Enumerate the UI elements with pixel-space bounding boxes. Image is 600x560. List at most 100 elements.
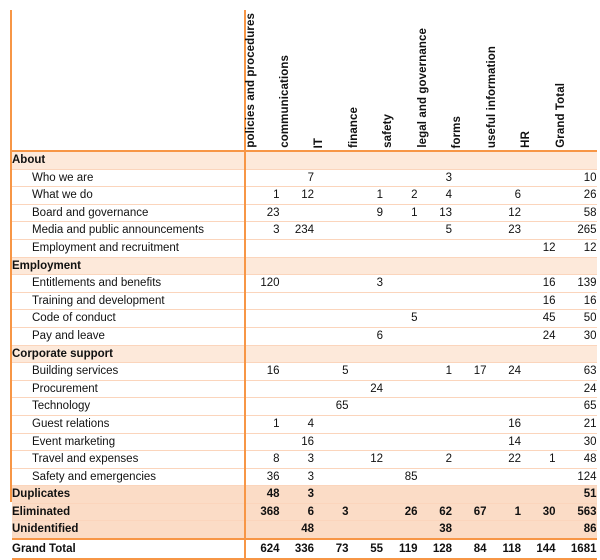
table-cell[interactable] bbox=[452, 274, 487, 293]
table-cell[interactable] bbox=[383, 169, 418, 188]
table-cell[interactable]: 3 bbox=[348, 274, 383, 293]
table-cell[interactable] bbox=[383, 345, 418, 364]
table-cell[interactable]: 16 bbox=[521, 274, 556, 293]
table-cell[interactable] bbox=[417, 415, 452, 434]
table-cell[interactable]: 16 bbox=[486, 415, 521, 434]
table-cell[interactable]: 4 bbox=[279, 415, 314, 434]
table-cell[interactable]: 6 bbox=[348, 327, 383, 346]
table-cell[interactable]: 1 bbox=[244, 186, 280, 205]
table-cell[interactable] bbox=[521, 345, 556, 364]
table-cell[interactable]: 3 bbox=[314, 503, 349, 522]
table-cell[interactable] bbox=[244, 397, 280, 416]
table-cell[interactable] bbox=[417, 468, 452, 487]
table-cell[interactable] bbox=[452, 309, 487, 328]
table-cell[interactable]: 2 bbox=[417, 450, 452, 469]
row-label[interactable]: Procurement bbox=[12, 380, 245, 399]
table-cell[interactable]: 26 bbox=[383, 503, 418, 522]
table-cell[interactable]: 336 bbox=[279, 538, 314, 560]
table-cell[interactable] bbox=[348, 309, 383, 328]
table-cell[interactable] bbox=[348, 415, 383, 434]
table-cell[interactable]: 3 bbox=[279, 450, 314, 469]
table-cell[interactable] bbox=[486, 397, 521, 416]
table-cell[interactable] bbox=[452, 204, 487, 223]
table-cell[interactable]: 5 bbox=[383, 309, 418, 328]
table-cell[interactable] bbox=[521, 415, 556, 434]
column-header-hr[interactable]: HR bbox=[520, 10, 556, 152]
table-cell[interactable]: 6 bbox=[279, 503, 314, 522]
table-cell[interactable]: 1 bbox=[521, 450, 556, 469]
table-cell[interactable]: 7 bbox=[279, 169, 314, 188]
table-cell[interactable] bbox=[314, 450, 349, 469]
table-cell[interactable]: 16 bbox=[279, 433, 314, 452]
table-cell[interactable]: 3 bbox=[244, 221, 280, 240]
table-cell[interactable] bbox=[486, 520, 521, 540]
row-grand-total-cell[interactable]: 21 bbox=[555, 415, 597, 434]
table-cell[interactable]: 4 bbox=[417, 186, 452, 205]
row-grand-total-cell[interactable]: 10 bbox=[555, 169, 597, 188]
table-cell[interactable] bbox=[279, 274, 314, 293]
table-cell[interactable] bbox=[521, 520, 556, 540]
row-grand-total-cell[interactable] bbox=[555, 345, 597, 364]
table-cell[interactable] bbox=[486, 239, 521, 258]
table-cell[interactable]: 120 bbox=[244, 274, 280, 293]
row-label[interactable]: Guest relations bbox=[12, 415, 245, 434]
table-cell[interactable]: 12 bbox=[486, 204, 521, 223]
table-cell[interactable] bbox=[348, 345, 383, 364]
column-header-communications[interactable]: communications bbox=[279, 10, 314, 152]
table-cell[interactable] bbox=[279, 345, 314, 364]
table-cell[interactable] bbox=[452, 327, 487, 346]
table-cell[interactable]: 12 bbox=[279, 186, 314, 205]
table-cell[interactable] bbox=[417, 433, 452, 452]
table-cell[interactable]: 62 bbox=[417, 503, 452, 522]
row-label[interactable]: Event marketing bbox=[12, 433, 245, 452]
row-grand-total-cell[interactable]: 51 bbox=[555, 485, 597, 504]
table-cell[interactable] bbox=[417, 309, 452, 328]
table-cell[interactable] bbox=[417, 327, 452, 346]
table-cell[interactable] bbox=[452, 257, 487, 276]
table-cell[interactable]: 84 bbox=[452, 538, 487, 560]
row-grand-total-cell[interactable]: 58 bbox=[555, 204, 597, 223]
table-cell[interactable] bbox=[279, 362, 314, 381]
column-header-grand-total[interactable]: Grand Total bbox=[555, 10, 597, 152]
table-cell[interactable] bbox=[417, 292, 452, 311]
table-cell[interactable] bbox=[314, 169, 349, 188]
table-cell[interactable] bbox=[279, 309, 314, 328]
row-label[interactable]: About bbox=[12, 151, 245, 170]
table-cell[interactable]: 30 bbox=[521, 503, 556, 522]
table-cell[interactable] bbox=[383, 520, 418, 540]
table-cell[interactable] bbox=[452, 397, 487, 416]
table-cell[interactable] bbox=[452, 292, 487, 311]
table-cell[interactable] bbox=[244, 292, 280, 311]
row-label[interactable]: Training and development bbox=[12, 292, 245, 311]
table-cell[interactable]: 1 bbox=[348, 186, 383, 205]
row-grand-total-cell[interactable]: 86 bbox=[555, 520, 597, 540]
table-cell[interactable]: 48 bbox=[279, 520, 314, 540]
table-cell[interactable] bbox=[383, 415, 418, 434]
table-cell[interactable] bbox=[279, 292, 314, 311]
table-cell[interactable]: 3 bbox=[279, 468, 314, 487]
table-cell[interactable] bbox=[486, 345, 521, 364]
table-cell[interactable] bbox=[314, 274, 349, 293]
table-cell[interactable] bbox=[383, 450, 418, 469]
table-cell[interactable] bbox=[417, 485, 452, 504]
table-cell[interactable] bbox=[314, 239, 349, 258]
table-cell[interactable] bbox=[521, 221, 556, 240]
table-cell[interactable] bbox=[452, 380, 487, 399]
table-cell[interactable] bbox=[417, 257, 452, 276]
table-cell[interactable] bbox=[486, 468, 521, 487]
row-grand-total-cell[interactable]: 26 bbox=[555, 186, 597, 205]
table-cell[interactable] bbox=[452, 485, 487, 504]
table-cell[interactable] bbox=[348, 151, 383, 170]
table-cell[interactable] bbox=[314, 433, 349, 452]
table-cell[interactable] bbox=[279, 204, 314, 223]
row-label[interactable]: Unidentified bbox=[12, 520, 245, 540]
table-cell[interactable] bbox=[486, 327, 521, 346]
table-cell[interactable] bbox=[279, 257, 314, 276]
table-cell[interactable]: 9 bbox=[348, 204, 383, 223]
table-cell[interactable] bbox=[244, 380, 280, 399]
table-cell[interactable] bbox=[521, 468, 556, 487]
row-grand-total-cell[interactable]: 139 bbox=[555, 274, 597, 293]
table-cell[interactable] bbox=[452, 433, 487, 452]
row-grand-total-cell[interactable]: 12 bbox=[555, 239, 597, 258]
table-cell[interactable] bbox=[383, 433, 418, 452]
